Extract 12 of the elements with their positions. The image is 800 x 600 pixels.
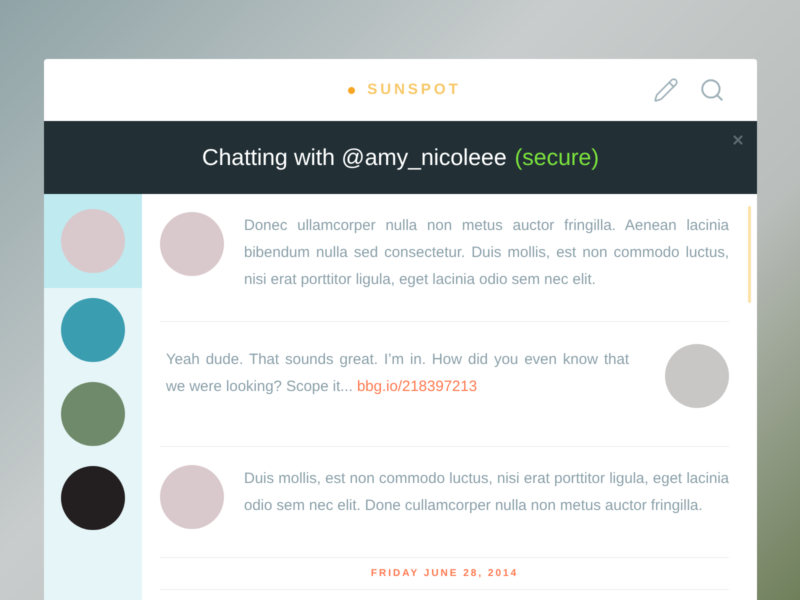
message-text: Yeah dude. That sounds great. I’m in. How did you even know that we were looking? Scope it... bbg.io/218397213 bbox=[166, 350, 629, 397]
message-link[interactable]: bbg.io/218397213 bbox=[356, 378, 478, 395]
chat-title: Chatting with @amy_nicoleee bbox=[202, 143, 507, 172]
close-button[interactable] bbox=[731, 133, 745, 147]
app-logo: SUNSPOT bbox=[367, 80, 461, 100]
date-divider: FRIDAY JUNE 28, 2014 bbox=[370, 567, 518, 581]
message-text: Duis mollis, est non commodo luctus, nisi erat porttitor ligula, eget lacinia odio sem nec elit. Done cullamcorper nulla non metus auctor fringilla. bbox=[244, 469, 729, 516]
message-text: Donec ullamcorper nulla non metus auctor fringilla. Aenean lacinia bibendum nulla sed consectetur. Duis mollis, est non commodo luctus, nisi erat porttitor ligula, eget lacinia odio sem nec elit. bbox=[244, 216, 729, 290]
scrollbar-thumb[interactable] bbox=[748, 206, 751, 303]
search-button[interactable] bbox=[699, 77, 725, 103]
secure-status: (secure) bbox=[514, 143, 599, 172]
compose-button[interactable] bbox=[653, 77, 679, 103]
